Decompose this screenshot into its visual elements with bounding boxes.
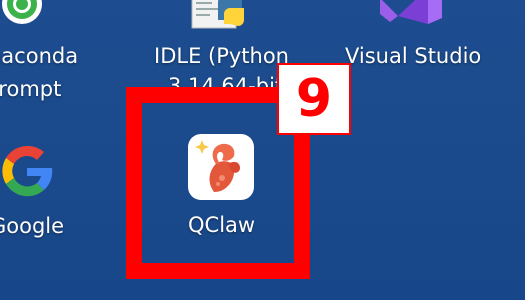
anaconda-icon <box>0 0 50 32</box>
visual-studio-label: Visual Studio <box>345 44 482 68</box>
anaconda-label-line1: naconda <box>0 44 79 68</box>
google-label: Google <box>0 214 65 238</box>
python-idle-icon <box>190 0 252 32</box>
desktop: naconda Prompt IDLE (Python 3.14 64-bit) <box>0 0 525 300</box>
highlight-badge-number: 9 <box>277 63 351 135</box>
google-icon <box>0 138 60 204</box>
visual-studio-icon <box>378 0 446 26</box>
idle-label-line1: IDLE (Python <box>154 44 289 68</box>
anaconda-label-line2: Prompt <box>0 77 62 101</box>
